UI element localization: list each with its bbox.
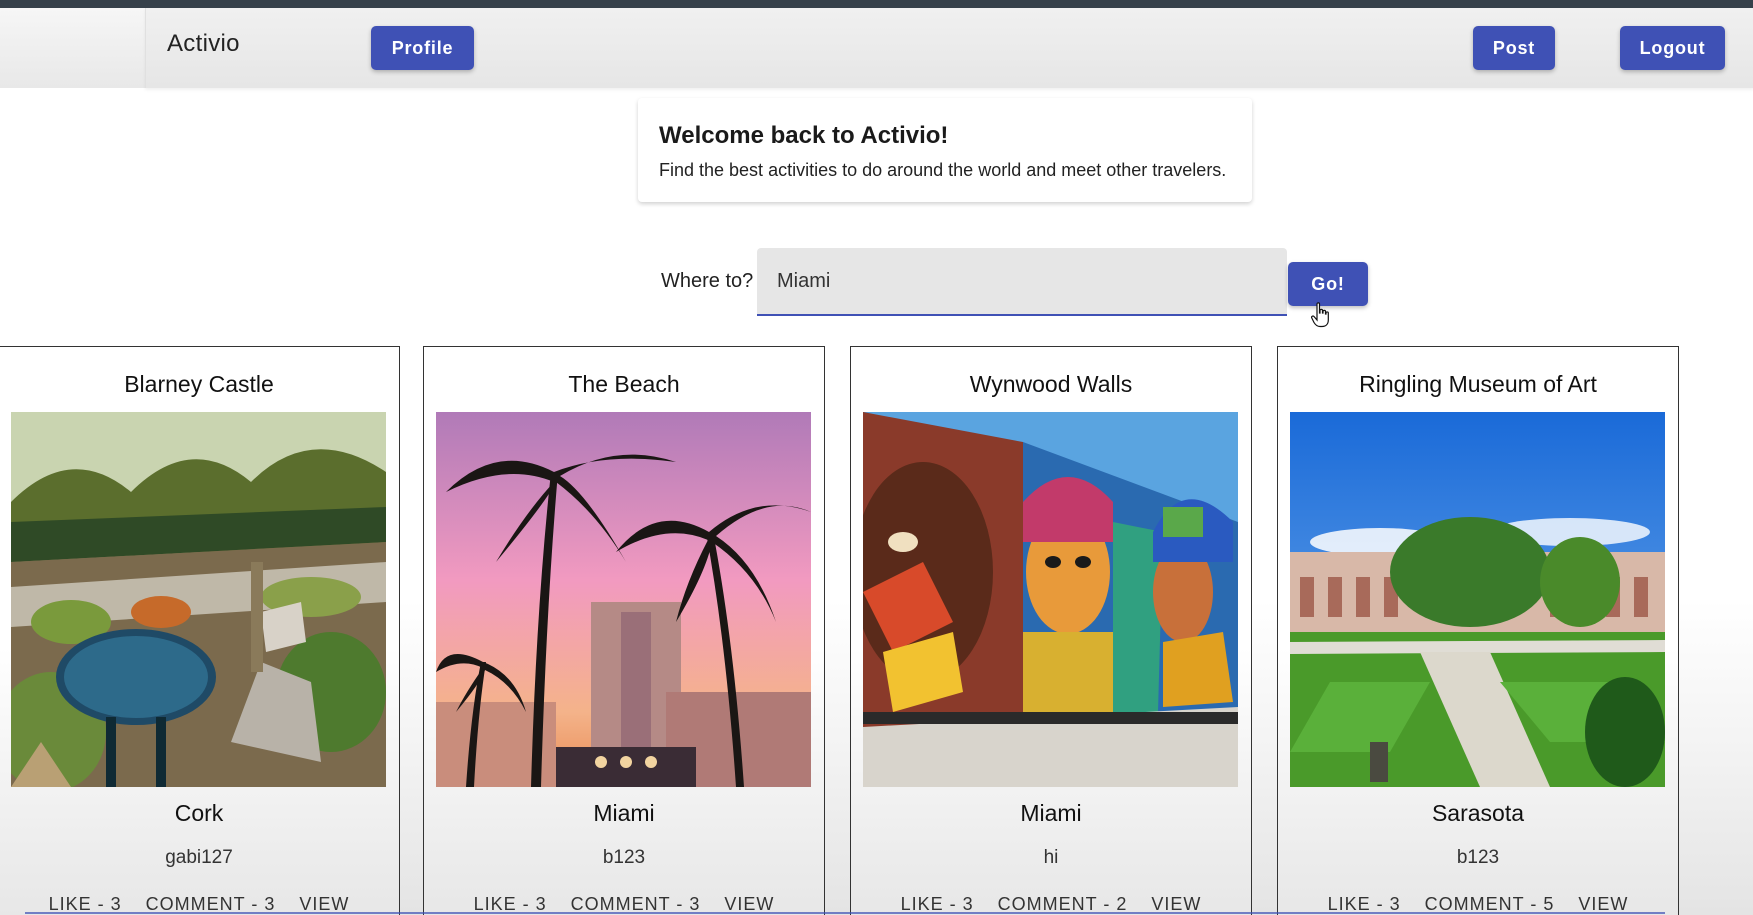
card-username: b123 — [1456, 847, 1500, 868]
window-top-strip — [0, 0, 1753, 8]
activity-card[interactable]: Blarney Castle Cork gabi127 LIKE - 3 COM… — [0, 346, 400, 915]
card-username: b123 — [602, 847, 646, 868]
activity-card[interactable]: Ringling Museum of Art Sarasota b123 LIK… — [1277, 346, 1679, 915]
card-city: Cork — [174, 800, 224, 826]
search-field — [757, 248, 1287, 316]
search-label: Where to? — [661, 270, 754, 292]
palm-sunset-photo-icon — [436, 412, 811, 787]
card-image-garden[interactable] — [11, 412, 386, 787]
card-username: hi — [1043, 847, 1059, 868]
activity-card[interactable]: The Beach Miami b123 LIKE - 3 COMMENT - … — [423, 346, 825, 915]
page: Activio Profile Post Logout Welcome back… — [0, 0, 1753, 915]
card-image-courtyard[interactable] — [1290, 412, 1665, 787]
bottom-accent-line — [25, 912, 1665, 914]
welcome-card: Welcome back to Activio! Find the best a… — [638, 98, 1252, 202]
card-image-mural[interactable] — [863, 412, 1238, 787]
card-username: gabi127 — [165, 847, 233, 868]
mural-photo-icon — [863, 412, 1238, 787]
courtyard-photo-icon — [1290, 412, 1665, 787]
logout-button[interactable]: Logout — [1620, 26, 1725, 70]
card-city: Miami — [593, 800, 655, 826]
card-title: Blarney Castle — [124, 371, 274, 397]
card-title: Ringling Museum of Art — [1359, 371, 1597, 397]
go-button[interactable]: Go! — [1288, 262, 1368, 306]
card-city: Miami — [1020, 800, 1082, 826]
activity-card[interactable]: Wynwood Walls Miami hi LIKE - 3 COMMENT … — [850, 346, 1252, 915]
card-title: The Beach — [568, 371, 680, 397]
search-input[interactable] — [757, 248, 1287, 314]
hand-cursor-icon — [1311, 302, 1329, 328]
garden-photo-icon — [11, 412, 386, 787]
post-button[interactable]: Post — [1473, 26, 1555, 70]
brand-name: Activio — [167, 30, 240, 57]
card-city: Sarasota — [1431, 800, 1525, 826]
card-image-beach[interactable] — [436, 412, 811, 787]
card-title: Wynwood Walls — [969, 371, 1133, 397]
welcome-title: Welcome back to Activio! — [659, 122, 949, 149]
profile-button[interactable]: Profile — [371, 26, 474, 70]
welcome-subtitle: Find the best activities to do around th… — [659, 160, 1227, 180]
